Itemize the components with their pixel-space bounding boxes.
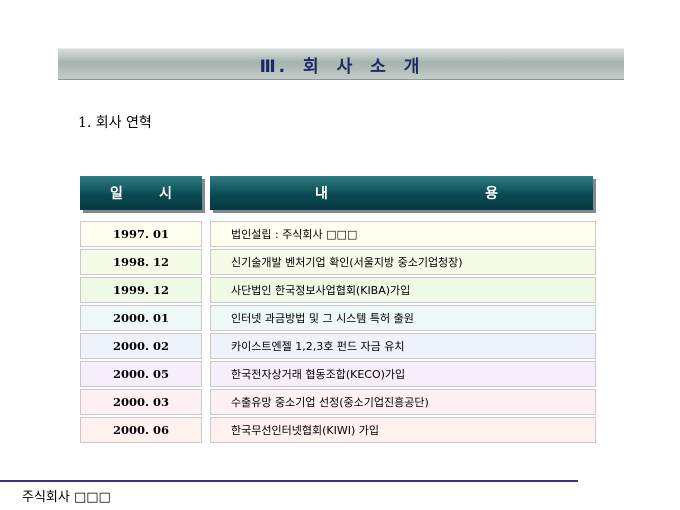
row-date: 2000. 02 <box>80 333 202 359</box>
row-content: 사단법인 한국정보사업협회(KIBA)가입 <box>210 277 596 303</box>
section-title: 1. 회사 연혁 <box>78 115 152 131</box>
table-row: 2000. 01 인터넷 과금방법 및 그 시스템 특허 출원 <box>80 305 596 331</box>
table-row: 2000. 06 한국무선인터넷협회(KIWI) 가입 <box>80 417 596 443</box>
row-content: 한국무선인터넷협회(KIWI) 가입 <box>210 417 596 443</box>
row-date: 1999. 12 <box>80 277 202 303</box>
table-row: 1999. 12 사단법인 한국정보사업협회(KIBA)가입 <box>80 277 596 303</box>
row-content: 법인설립 : 주식회사 □□□ <box>210 221 596 247</box>
table-row: 2000. 02 카이스트엔젤 1,2,3호 펀드 자금 유치 <box>80 333 596 359</box>
row-date: 2000. 03 <box>80 389 202 415</box>
table-row: 2000. 03 수출유망 중소기업 선정(중소기업진흥공단) <box>80 389 596 415</box>
row-date: 2000. 01 <box>80 305 202 331</box>
footer-divider <box>0 480 578 482</box>
row-date: 2000. 05 <box>80 361 202 387</box>
row-content: 인터넷 과금방법 및 그 시스템 특허 출원 <box>210 305 596 331</box>
row-content: 수출유망 중소기업 선정(중소기업진흥공단) <box>210 389 596 415</box>
date-header-char-1: 일 <box>110 186 123 202</box>
table-row: 1997. 01 법인설립 : 주식회사 □□□ <box>80 221 596 247</box>
table-row: 1998. 12 신기술개발 벤처기업 확인(서울지방 중소기업청장) <box>80 249 596 275</box>
content-header-char-1: 내 <box>315 186 328 202</box>
date-column-header: 일 시 <box>80 176 202 210</box>
page-title: Ⅲ. 회 사 소 개 <box>259 56 423 77</box>
footer-company: 주식회사 □□□ <box>22 490 111 505</box>
row-content: 카이스트엔젤 1,2,3호 펀드 자금 유치 <box>210 333 596 359</box>
title-banner: Ⅲ. 회 사 소 개 <box>58 48 624 80</box>
history-table: 1997. 01 법인설립 : 주식회사 □□□ 1998. 12 신기술개발 벤처기… <box>80 221 596 445</box>
row-content: 한국전자상거래 협동조합(KECO)가입 <box>210 361 596 387</box>
content-column-header: 내 용 <box>210 176 593 210</box>
row-content: 신기술개발 벤처기업 확인(서울지방 중소기업청장) <box>210 249 596 275</box>
content-header-char-2: 용 <box>485 186 498 202</box>
row-date: 2000. 06 <box>80 417 202 443</box>
row-date: 1997. 01 <box>80 221 202 247</box>
row-date: 1998. 12 <box>80 249 202 275</box>
date-header-char-2: 시 <box>159 186 172 202</box>
table-row: 2000. 05 한국전자상거래 협동조합(KECO)가입 <box>80 361 596 387</box>
